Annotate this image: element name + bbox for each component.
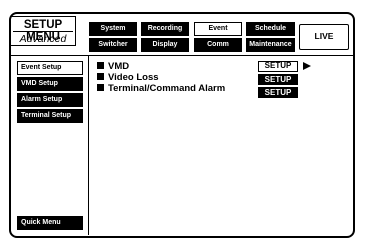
square-bullet-icon (97, 73, 104, 80)
menu-title-box: SETUP MENU Advanced (10, 16, 76, 46)
square-bullet-icon (97, 62, 104, 69)
square-bullet-icon (97, 84, 104, 91)
sidebar-item-vmd-setup[interactable]: VMD Setup (17, 77, 83, 91)
list-item-vmd: VMD (97, 62, 129, 72)
tab-display[interactable]: Display (141, 38, 189, 52)
list-item-terminal-command-alarm: Terminal/Command Alarm (97, 84, 225, 94)
tab-switcher[interactable]: Switcher (89, 38, 137, 52)
tab-recording[interactable]: Recording (141, 22, 189, 36)
tab-comm[interactable]: Comm (194, 38, 242, 52)
sidebar-item-event-setup[interactable]: Event Setup (17, 61, 83, 75)
right-pointer-icon (303, 62, 311, 70)
sidebar-divider (88, 56, 89, 235)
list-item-label: Video Loss (108, 72, 159, 83)
sidebar-item-terminal-setup[interactable]: Terminal Setup (17, 109, 83, 123)
tab-schedule[interactable]: Schedule (246, 22, 295, 36)
terminal-command-alarm-setup-button[interactable]: SETUP (258, 87, 298, 98)
list-item-label: Terminal/Command Alarm (108, 83, 226, 94)
sidebar-item-alarm-setup[interactable]: Alarm Setup (17, 93, 83, 107)
vmd-setup-button[interactable]: SETUP (258, 61, 298, 72)
menu-subtitle: Advanced (19, 33, 67, 45)
tab-event[interactable]: Event (194, 22, 242, 36)
video-loss-setup-button[interactable]: SETUP (258, 74, 298, 85)
tab-system[interactable]: System (89, 22, 137, 36)
menu-title: SETUP MENU (13, 17, 73, 43)
header-divider (10, 55, 353, 56)
quick-menu-button[interactable]: Quick Menu (17, 216, 83, 230)
live-button[interactable]: LIVE (299, 24, 349, 50)
list-item-video-loss: Video Loss (97, 73, 159, 83)
tab-maintenance[interactable]: Maintenance (246, 38, 295, 52)
list-item-label: VMD (108, 61, 130, 72)
